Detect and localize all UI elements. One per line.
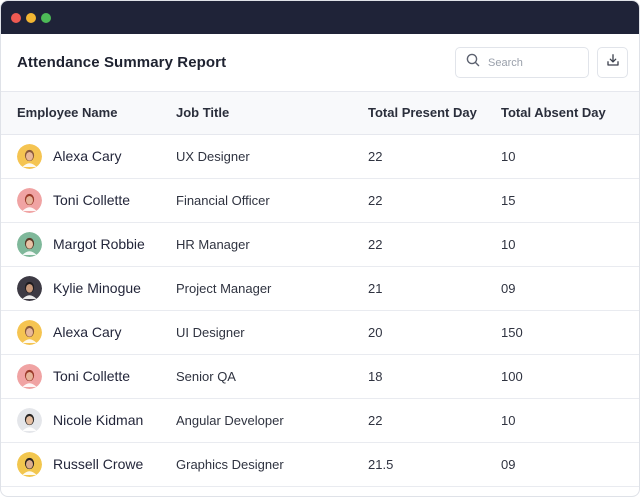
employee: Toni Collette: [17, 187, 176, 213]
employee-name[interactable]: Kylie Minogue: [53, 280, 141, 296]
column-header-employee-name[interactable]: Employee Name: [1, 92, 176, 134]
table-row[interactable]: Russell Crowe Graphics Designer 21.5 09: [1, 442, 639, 486]
employee: Alexa Cary: [17, 143, 176, 169]
absent-days-cell: 10: [501, 236, 516, 252]
avatar: [17, 319, 42, 345]
employee: Alexa Cary: [17, 319, 176, 345]
employee-cell: Toni Collette: [1, 178, 176, 222]
employee-name[interactable]: Margot Robbie: [53, 236, 145, 252]
job-title-cell: Senior QA: [176, 368, 236, 384]
employee-cell: Russell Crowe: [1, 442, 176, 486]
employee-name[interactable]: Alexa Cary: [53, 324, 121, 340]
absent-days-cell: 10: [501, 148, 516, 164]
absent-days-cell: 09: [501, 280, 516, 296]
column-header-job-title[interactable]: Job Title: [176, 92, 368, 134]
job-title-cell: UI Designer: [176, 324, 245, 340]
table-body: Alexa Cary UX Designer 22 10 Toni Collet…: [1, 134, 639, 486]
avatar: [17, 407, 42, 433]
avatar: [17, 451, 42, 477]
table-row[interactable]: Alexa Cary UX Designer 22 10: [1, 134, 639, 178]
employee: Kylie Minogue: [17, 275, 176, 301]
search-input[interactable]: [488, 56, 578, 69]
table-row[interactable]: Nicole Kidman Angular Developer 22 10: [1, 398, 639, 442]
download-icon: [606, 53, 620, 72]
employee-cell: Nicole Kidman: [1, 398, 176, 442]
absent-days-cell: 09: [501, 456, 516, 472]
job-title-cell: Graphics Designer: [176, 456, 284, 472]
present-days-cell: 22: [368, 412, 383, 428]
table-row[interactable]: Toni Collette Financial Officer 22 15: [1, 178, 639, 222]
table-row[interactable]: Toni Collette Senior QA 18 100: [1, 354, 639, 398]
present-days-cell: 20: [368, 324, 383, 340]
job-title-cell: HR Manager: [176, 236, 250, 252]
attendance-table: Employee Name Job Title Total Present Da…: [1, 92, 639, 487]
avatar: [17, 143, 42, 169]
avatar: [17, 275, 42, 301]
employee-cell: Kylie Minogue: [1, 266, 176, 310]
column-header-total-absent-day[interactable]: Total Absent Day: [501, 92, 639, 134]
present-days-cell: 22: [368, 148, 383, 164]
present-days-cell: 22: [368, 192, 383, 208]
avatar: [17, 363, 42, 389]
close-window-button[interactable]: [11, 12, 21, 23]
employee-cell: Toni Collette: [1, 354, 176, 398]
job-title-cell: Angular Developer: [176, 412, 284, 428]
employee: Nicole Kidman: [17, 407, 176, 433]
present-days-cell: 21: [368, 280, 383, 296]
employee: Margot Robbie: [17, 231, 176, 257]
absent-days-cell: 15: [501, 192, 516, 208]
download-button[interactable]: [597, 47, 628, 78]
header-actions: [455, 47, 628, 78]
absent-days-cell: 10: [501, 412, 516, 428]
employee-cell: Alexa Cary: [1, 134, 176, 178]
table-row[interactable]: Alexa Cary UI Designer 20 150: [1, 310, 639, 354]
present-days-cell: 21.5: [368, 456, 394, 472]
employee-name[interactable]: Alexa Cary: [53, 148, 121, 164]
table-row[interactable]: Kylie Minogue Project Manager 21 09: [1, 266, 639, 310]
window-titlebar: [1, 1, 639, 34]
employee-name[interactable]: Russell Crowe: [53, 456, 143, 472]
maximize-window-button[interactable]: [41, 12, 51, 23]
employee-name[interactable]: Nicole Kidman: [53, 412, 143, 428]
table-row[interactable]: Margot Robbie HR Manager 22 10: [1, 222, 639, 266]
table-header: Employee Name Job Title Total Present Da…: [1, 92, 639, 134]
employee: Russell Crowe: [17, 451, 176, 477]
avatar: [17, 187, 42, 213]
avatar: [17, 231, 42, 257]
present-days-cell: 22: [368, 236, 383, 252]
job-title-cell: Project Manager: [176, 280, 272, 296]
employee-cell: Margot Robbie: [1, 222, 176, 266]
page-title: Attendance Summary Report: [17, 54, 227, 71]
job-title-cell: Financial Officer: [176, 192, 270, 208]
search-icon: [466, 53, 480, 72]
employee-name[interactable]: Toni Collette: [53, 368, 130, 384]
search-box[interactable]: [455, 47, 589, 78]
present-days-cell: 18: [368, 368, 383, 384]
employee-cell: Alexa Cary: [1, 310, 176, 354]
job-title-cell: UX Designer: [176, 148, 250, 164]
report-header: Attendance Summary Report: [1, 34, 639, 92]
minimize-window-button[interactable]: [26, 12, 36, 23]
app-window: Attendance Summary Report Search Employe…: [0, 0, 640, 497]
table-header-row: Employee Name Job Title Total Present Da…: [1, 92, 639, 134]
absent-days-cell: 150: [501, 324, 523, 340]
employee-name[interactable]: Toni Collette: [53, 192, 130, 208]
absent-days-cell: 100: [501, 368, 523, 384]
column-header-total-present-day[interactable]: Total Present Day: [368, 92, 501, 134]
employee: Toni Collette: [17, 363, 176, 389]
